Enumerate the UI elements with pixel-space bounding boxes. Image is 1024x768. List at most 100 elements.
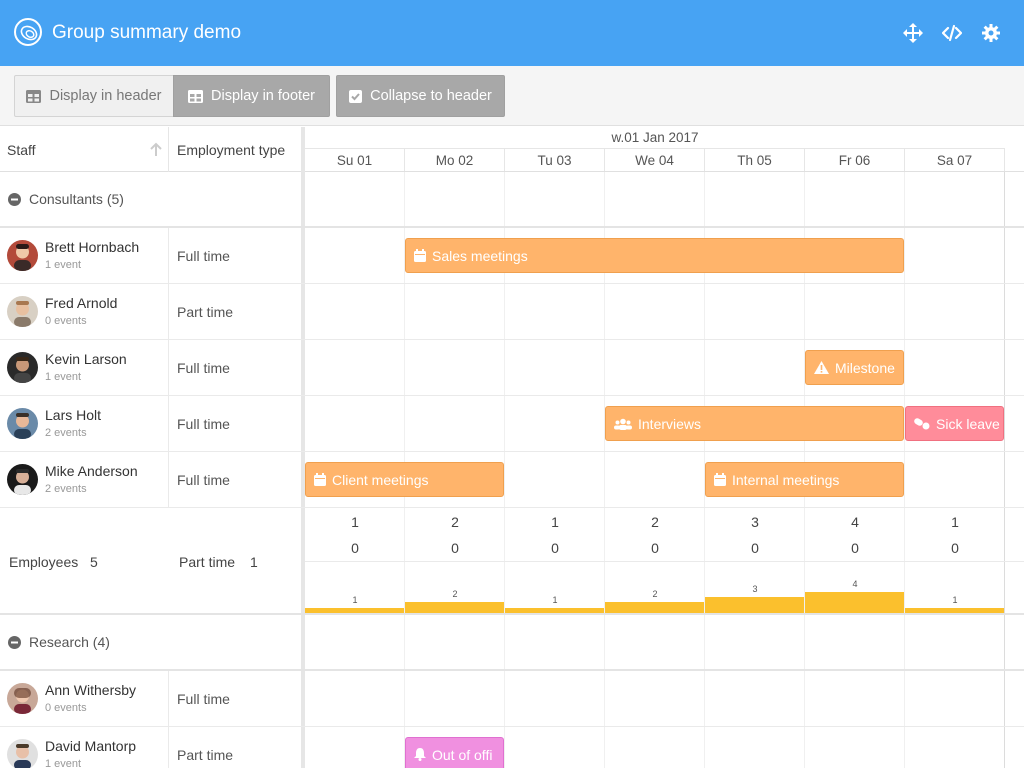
group-row-consultants[interactable]: Consultants (5) xyxy=(0,172,1024,228)
summary-value: 4 xyxy=(851,514,859,530)
day-header[interactable]: Tu 03 xyxy=(505,149,605,171)
summary-bar xyxy=(305,608,404,613)
event-sales-meetings[interactable]: Sales meetings xyxy=(405,238,904,273)
staff-row[interactable]: Ann Withersby 0 events Full time xyxy=(0,671,1024,727)
day-header[interactable]: Fr 06 xyxy=(805,149,905,171)
group-row-research[interactable]: Research (4) xyxy=(0,615,1024,671)
summary-bar-label: 2 xyxy=(652,589,658,599)
column-header-staff[interactable]: Staff xyxy=(0,127,169,172)
table-icon xyxy=(188,89,204,103)
staff-cell: Ann Withersby 0 events xyxy=(0,671,169,726)
event-label: Client meetings xyxy=(332,471,429,488)
event-client-meetings[interactable]: Client meetings xyxy=(305,462,504,497)
event-out-of-office[interactable]: Out of offi xyxy=(405,737,504,768)
calendar-icon xyxy=(314,473,326,486)
group-toggle[interactable]: Consultants (5) xyxy=(8,191,124,207)
summary-value: 0 xyxy=(351,540,359,556)
staff-cell: Brett Hornbach 1 event xyxy=(0,228,169,283)
pills-icon xyxy=(914,417,930,429)
staff-name: Fred Arnold xyxy=(45,295,118,311)
day-header[interactable]: Sa 07 xyxy=(905,149,1005,171)
summary-employees-count: 5 xyxy=(90,554,98,570)
calendar-icon xyxy=(414,249,426,262)
summary-bar-label: 2 xyxy=(452,589,458,599)
event-internal-meetings[interactable]: Internal meetings xyxy=(705,462,904,497)
day-header[interactable]: Th 05 xyxy=(705,149,805,171)
event-label: Sales meetings xyxy=(432,247,528,264)
staff-cell: Mike Anderson 2 events xyxy=(0,452,169,507)
avatar xyxy=(7,464,38,495)
summary-bar xyxy=(805,592,904,613)
summary-bar-label: 1 xyxy=(552,595,558,605)
employment-type: Full time xyxy=(177,690,230,707)
event-milestone[interactable]: Milestone xyxy=(805,350,904,385)
event-interviews[interactable]: Interviews xyxy=(605,406,904,441)
toolbar: Display in header Display in footer Coll… xyxy=(0,66,1024,126)
calendar-icon xyxy=(714,473,726,486)
fullscreen-icon[interactable] xyxy=(903,23,923,43)
group-toggle[interactable]: Research (4) xyxy=(8,634,110,650)
logo-icon xyxy=(14,18,42,46)
summary-value: 0 xyxy=(451,540,459,556)
summary-value: 0 xyxy=(851,540,859,556)
avatar xyxy=(7,240,38,271)
group-label: Consultants (5) xyxy=(29,191,124,207)
day-header[interactable]: Mo 02 xyxy=(405,149,505,171)
summary-bar xyxy=(405,602,504,613)
avatar xyxy=(7,739,38,768)
table-icon xyxy=(26,89,42,103)
summary-value: 3 xyxy=(751,514,759,530)
warning-icon xyxy=(814,361,829,374)
day-header[interactable]: We 04 xyxy=(605,149,705,171)
staff-name: Ann Withersby xyxy=(45,682,137,698)
app-header: Group summary demo xyxy=(0,0,1024,66)
display-in-header-button[interactable]: Display in header xyxy=(14,75,173,117)
grid-body: Consultants (5) Brett Hornbach 1 event F… xyxy=(0,172,1024,768)
event-label: Interviews xyxy=(638,415,702,432)
staff-name: Kevin Larson xyxy=(45,351,127,367)
staff-row[interactable]: Fred Arnold 0 events Part time xyxy=(0,284,1024,340)
staff-event-count: 1 event xyxy=(45,371,82,383)
staff-name: Mike Anderson xyxy=(45,463,138,479)
summary-value: 2 xyxy=(651,514,659,530)
settings-icon[interactable] xyxy=(981,23,1001,43)
staff-cell: Kevin Larson 1 event xyxy=(0,340,169,395)
bell-icon xyxy=(414,748,426,761)
collapse-icon xyxy=(8,192,21,206)
summary-bar-label: 4 xyxy=(852,579,858,589)
event-label: Out of offi xyxy=(432,746,493,763)
staff-cell: Fred Arnold 0 events xyxy=(0,284,169,339)
app-title: Group summary demo xyxy=(52,22,242,43)
sort-up-icon[interactable] xyxy=(150,142,162,156)
group-label: Research (4) xyxy=(29,634,110,650)
summary-bar xyxy=(905,608,1004,613)
staff-event-count: 0 events xyxy=(45,315,87,327)
staff-event-count: 1 event xyxy=(45,758,82,768)
avatar xyxy=(7,352,38,383)
staff-cell: David Mantorp 1 event xyxy=(0,727,169,768)
code-icon[interactable] xyxy=(942,23,962,43)
event-sick-leave[interactable]: Sick leave xyxy=(905,406,1004,441)
summary-parttime-label: Part time xyxy=(179,554,236,570)
summary-bar-label: 1 xyxy=(952,595,958,605)
staff-name: David Mantorp xyxy=(45,738,137,754)
column-staff-label: Staff xyxy=(7,141,36,158)
staff-event-count: 2 events xyxy=(45,483,87,495)
display-in-footer-label: Display in footer xyxy=(211,88,315,104)
employment-type: Full time xyxy=(177,415,230,432)
staff-event-count: 0 events xyxy=(45,702,87,714)
staff-name: Lars Holt xyxy=(45,407,102,423)
employment-type: Part time xyxy=(177,746,234,763)
display-in-footer-button[interactable]: Display in footer xyxy=(173,75,330,117)
day-header[interactable]: Su 01 xyxy=(305,149,405,171)
column-header-employment[interactable]: Employment type xyxy=(169,127,301,172)
summary-value: 1 xyxy=(351,514,359,530)
summary-bar xyxy=(605,602,704,613)
staff-row[interactable]: David Mantorp 1 event Part time xyxy=(0,727,1024,768)
summary-bar-label: 3 xyxy=(752,584,758,594)
employment-type: Full time xyxy=(177,247,230,264)
collapse-to-header-button[interactable]: Collapse to header xyxy=(336,75,505,117)
summary-parttime-count: 1 xyxy=(250,554,258,570)
summary-divider xyxy=(305,561,1024,562)
summary-value: 0 xyxy=(951,540,959,556)
